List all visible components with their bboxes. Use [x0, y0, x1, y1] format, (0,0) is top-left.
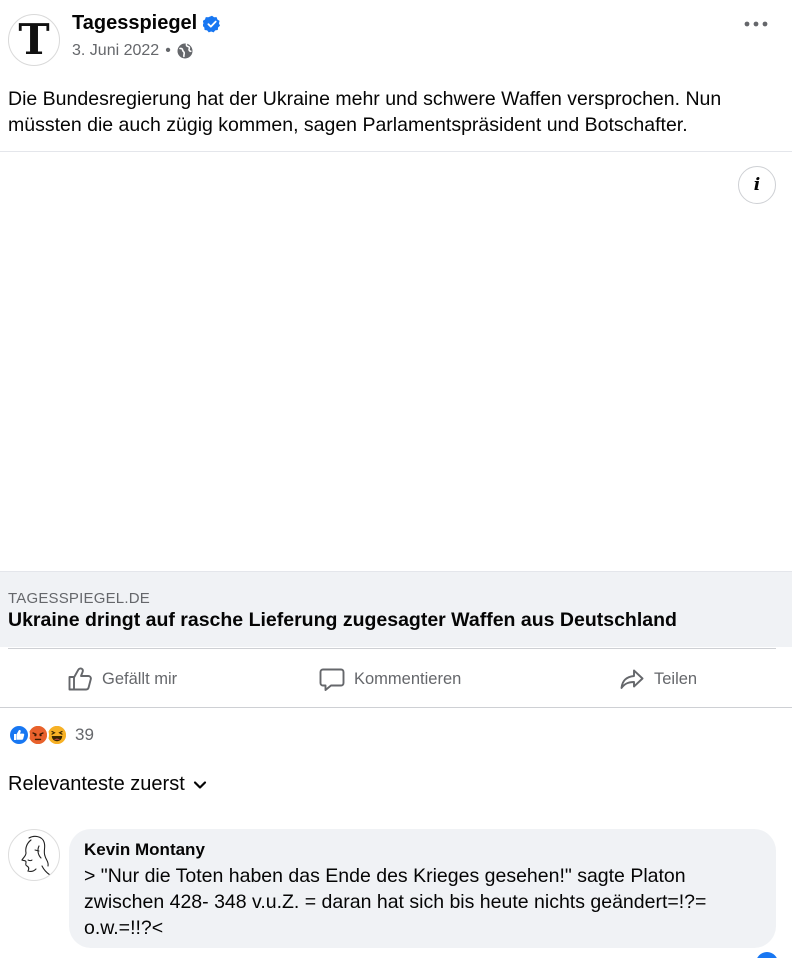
divider: [0, 707, 792, 708]
haha-reaction-icon: [46, 724, 68, 746]
meta-separator: •: [165, 42, 171, 59]
link-preview-image[interactable]: i: [0, 151, 792, 571]
thumbs-up-icon: [68, 667, 92, 691]
reaction-count: 39: [75, 725, 94, 744]
link-domain: TAGESSPIEGEL.DE: [8, 590, 150, 607]
more-options-button[interactable]: [742, 12, 770, 36]
page-name[interactable]: Tagesspiegel: [72, 12, 197, 35]
share-icon: [620, 669, 644, 689]
post-text: Die Bundesregierung hat der Ukraine mehr…: [8, 88, 722, 136]
sort-label: Relevanteste zuerst: [8, 773, 185, 795]
like-button[interactable]: Gefällt mir: [66, 664, 177, 694]
share-button[interactable]: Teilen: [618, 664, 697, 694]
page-name-row: Tagesspiegel: [72, 12, 221, 35]
comment-author[interactable]: Kevin Montany: [84, 840, 205, 860]
comment-label: Kommentieren: [354, 669, 462, 688]
like-label: Gefällt mir: [102, 669, 178, 688]
avatar-letter: T: [18, 15, 50, 64]
post-header: T Tagesspiegel 3. Juni 2022 •: [0, 0, 792, 80]
post-actions: Gefällt mir Kommentieren Teilen: [0, 650, 792, 707]
comment-text: > "Nur die Toten haben das Ende des Krie…: [84, 865, 707, 939]
commenter-avatar[interactable]: [8, 829, 60, 881]
globe-icon: [177, 43, 193, 59]
page-avatar[interactable]: T: [8, 14, 60, 66]
link-preview-caption[interactable]: TAGESSPIEGEL.DE Ukraine dringt auf rasch…: [0, 571, 792, 647]
comment-icon: [319, 668, 345, 691]
verified-badge-icon: [203, 15, 221, 32]
link-headline[interactable]: Ukraine dringt auf rasche Lieferung zuge…: [8, 609, 677, 632]
partial-reaction-icon: [756, 952, 778, 958]
comment-sort-dropdown[interactable]: Relevanteste zuerst: [8, 773, 207, 796]
info-button[interactable]: i: [738, 166, 776, 204]
reaction-summary[interactable]: 39: [8, 722, 94, 748]
post-date[interactable]: 3. Juni 2022: [72, 42, 159, 60]
facebook-post: T Tagesspiegel 3. Juni 2022 • Die Bundes…: [0, 0, 792, 958]
share-label: Teilen: [654, 669, 698, 688]
more-options-icon: [744, 21, 768, 27]
angry-reaction-icon: [27, 724, 49, 746]
comment-bubble: Kevin Montany > "Nur die Toten haben das…: [69, 829, 776, 948]
profile-sketch-icon: [21, 835, 51, 876]
post-meta: 3. Juni 2022 •: [72, 42, 193, 60]
like-reaction-icon: [8, 724, 30, 746]
info-icon: i: [753, 175, 761, 195]
chevron-down-icon: [193, 780, 206, 789]
comment-button[interactable]: Kommentieren: [318, 664, 461, 694]
divider: [8, 648, 776, 649]
